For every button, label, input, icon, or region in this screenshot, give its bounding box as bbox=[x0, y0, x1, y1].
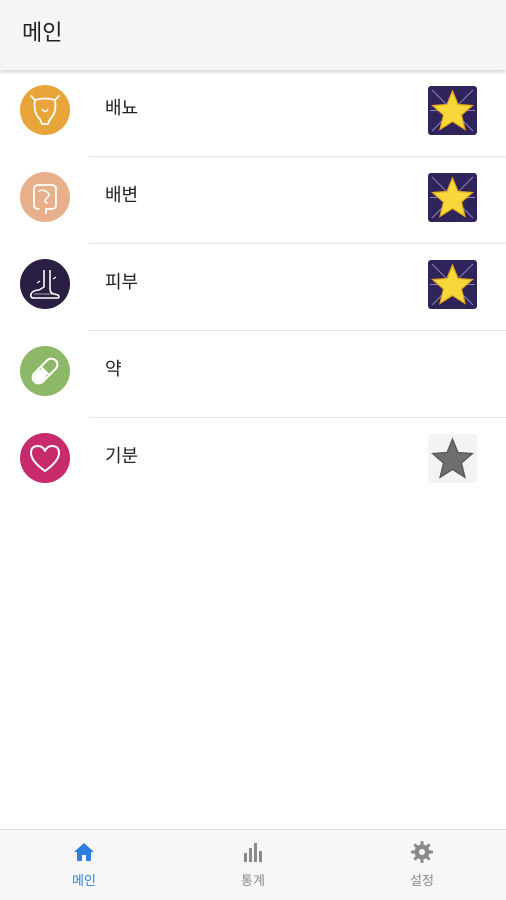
nav-label: 설정 bbox=[410, 874, 434, 889]
item-label: 약 bbox=[105, 359, 122, 380]
item-label: 피부 bbox=[105, 272, 139, 293]
star-inactive-icon[interactable] bbox=[428, 434, 477, 483]
star-icon[interactable] bbox=[428, 260, 477, 309]
list-item-mood[interactable]: 기분 bbox=[0, 418, 506, 505]
home-icon bbox=[74, 843, 94, 861]
pill-icon bbox=[20, 346, 70, 396]
gear-icon bbox=[411, 841, 433, 863]
heart-icon bbox=[20, 433, 70, 483]
star-icon[interactable] bbox=[428, 173, 477, 222]
app-bar: 메인 bbox=[0, 0, 506, 70]
list-item-defecation[interactable]: 배변 bbox=[0, 157, 506, 244]
nav-main[interactable]: 메인 bbox=[0, 830, 168, 900]
page-title: 메인 bbox=[22, 21, 63, 46]
star-icon[interactable] bbox=[428, 86, 477, 135]
foot-skin-icon bbox=[20, 259, 70, 309]
nav-label: 통계 bbox=[241, 874, 265, 889]
category-list: 배뇨 배변 피부 약 기분 bbox=[0, 70, 506, 505]
item-label: 기분 bbox=[105, 446, 139, 467]
nav-label: 메인 bbox=[72, 874, 96, 889]
bar-chart-icon bbox=[244, 843, 262, 862]
intestine-icon bbox=[20, 172, 70, 222]
list-item-skin[interactable]: 피부 bbox=[0, 244, 506, 331]
nav-settings[interactable]: 설정 bbox=[338, 830, 506, 900]
item-label: 배변 bbox=[105, 185, 139, 206]
list-item-urination[interactable]: 배뇨 bbox=[0, 70, 506, 157]
bottom-nav: 메인 통계 설정 bbox=[0, 829, 506, 900]
list-item-medication[interactable]: 약 bbox=[0, 331, 506, 418]
nav-stats[interactable]: 통계 bbox=[169, 830, 337, 900]
bladder-icon bbox=[20, 85, 70, 135]
item-label: 배뇨 bbox=[105, 98, 139, 119]
